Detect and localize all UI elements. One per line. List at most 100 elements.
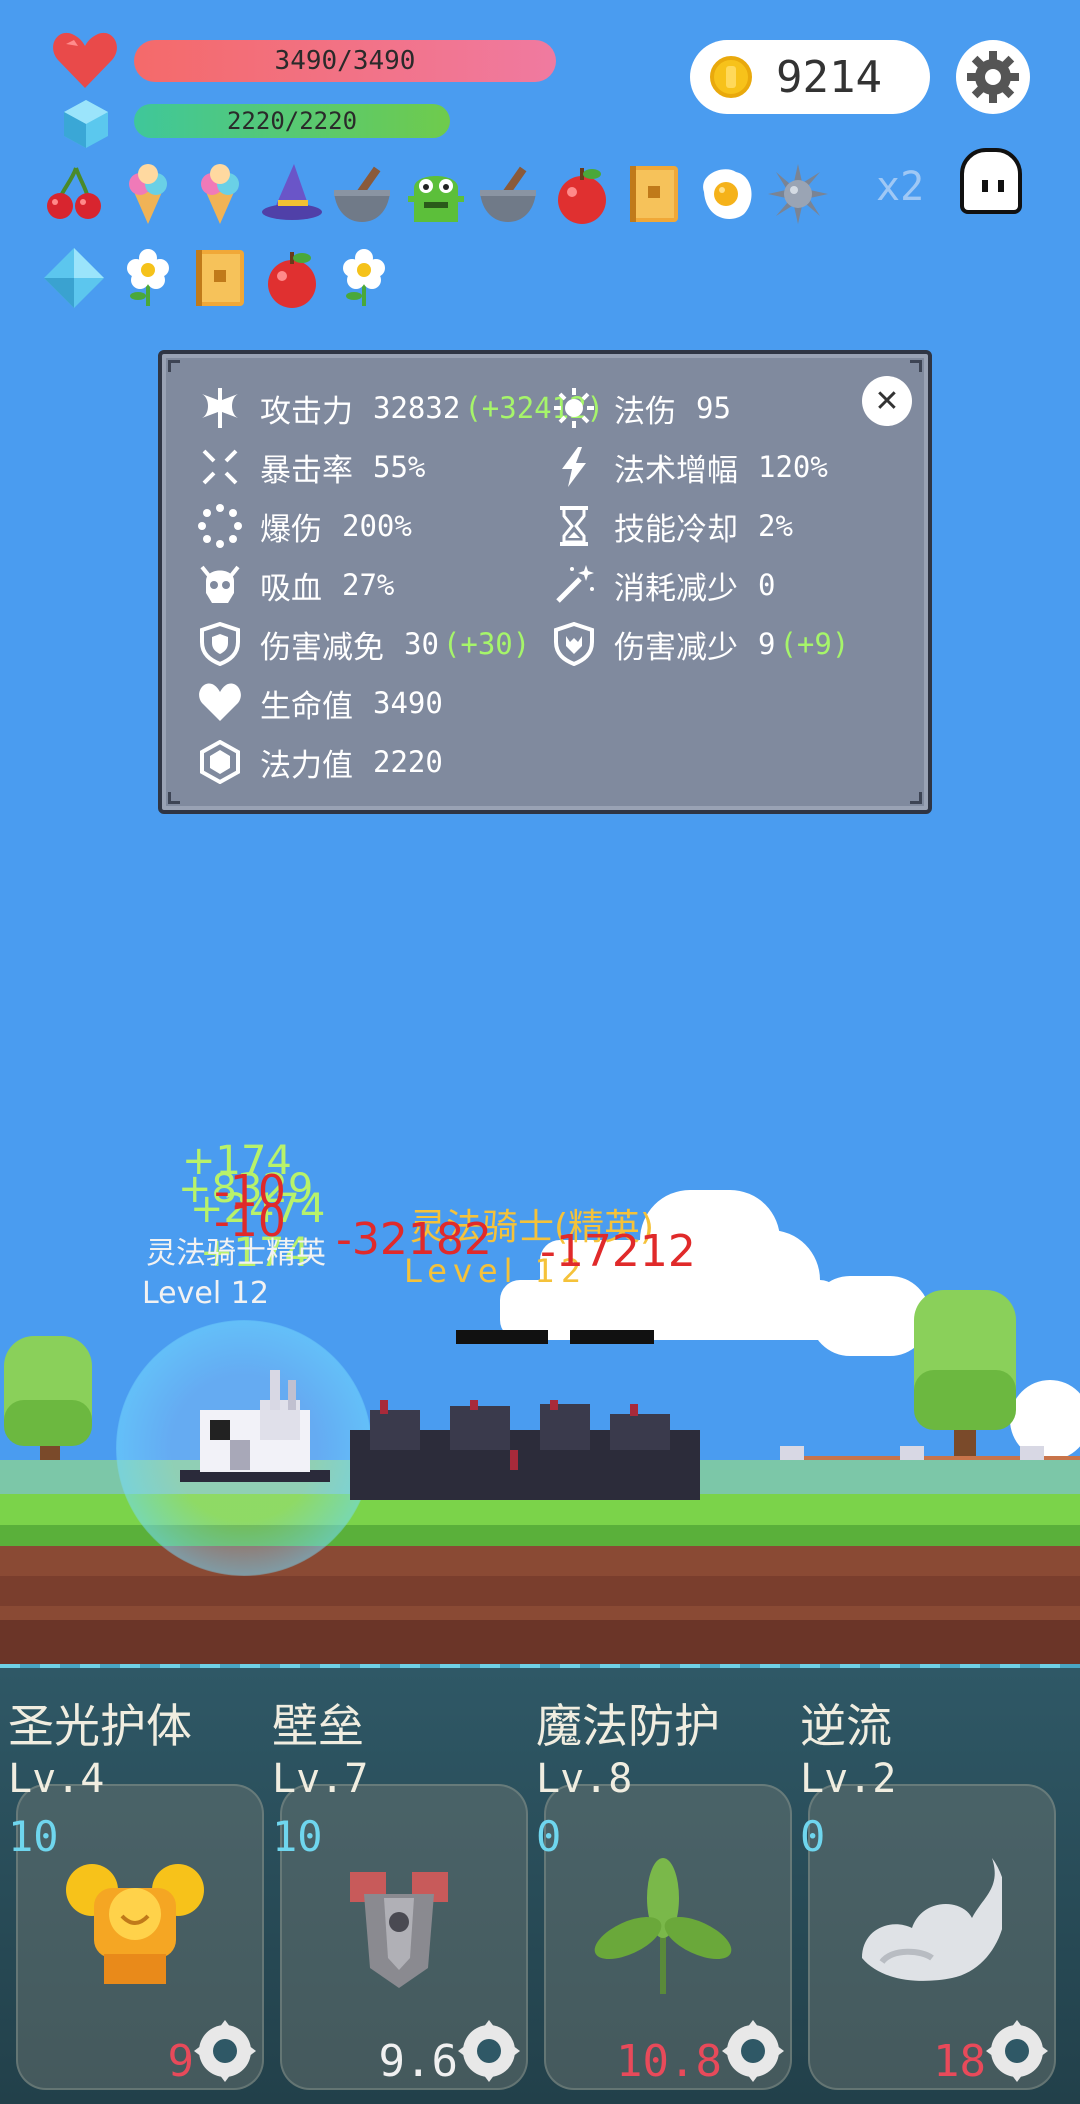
- golden-armor-icon: [66, 1864, 204, 1984]
- green-monster-icon[interactable]: [404, 162, 468, 226]
- stat-crit-rate-value: 55%: [373, 450, 426, 484]
- stat-damage-immunity-label: 伤害减免: [260, 629, 384, 666]
- stat-spell-amp-label: 法术增幅: [614, 452, 738, 489]
- gear-icon: [967, 51, 1019, 103]
- stat-spell-amp: 法术增幅 120%: [550, 443, 828, 491]
- skill-level: Lv.2: [800, 1756, 897, 1802]
- skill-name: 圣光护体: [8, 1699, 192, 1753]
- skill-charges: 10: [272, 1812, 323, 1861]
- enemy-hp-bar: [570, 1330, 654, 1344]
- stat-damage-reduction-bonus: (+9): [779, 627, 850, 661]
- skill-name: 逆流: [800, 1699, 892, 1753]
- skill-cooldown: 18: [933, 2036, 986, 2087]
- skill-cooldown: 9.6: [378, 2036, 458, 2087]
- wind-cloud-icon: [862, 1858, 1002, 1981]
- wizard-hat-icon[interactable]: [260, 162, 324, 226]
- stat-attack: 攻击力 32832 (+32412): [196, 384, 604, 432]
- mortar-icon[interactable]: [330, 162, 394, 226]
- coin-value: 9214: [776, 51, 882, 103]
- damage-number: -32182: [336, 1214, 492, 1265]
- close-icon: ✕: [874, 383, 900, 419]
- heart-icon: [52, 30, 118, 94]
- game-speed-toggle[interactable]: x2: [876, 164, 924, 210]
- stat-cooldown-label: 技能冷却: [614, 511, 738, 548]
- settings-button[interactable]: [956, 40, 1030, 114]
- cooldown-gear-icon: [458, 2020, 520, 2082]
- heart-icon: [196, 679, 244, 727]
- axe-icon: [196, 384, 244, 432]
- apple-icon[interactable]: [550, 162, 614, 226]
- stat-mp-value: 2220: [373, 745, 443, 779]
- skill-bulwark[interactable]: 壁垒 Lv.7 10 9.6: [264, 1668, 528, 2104]
- flower-icon[interactable]: [116, 246, 180, 310]
- cooldown-gear-icon: [722, 2020, 784, 2082]
- crit-cross-icon: [196, 443, 244, 491]
- ghost-icon[interactable]: [960, 148, 1022, 214]
- stat-mp-label: 法力值: [260, 747, 353, 784]
- stat-crit-damage-value: 200%: [342, 509, 412, 543]
- skill-backflow[interactable]: 逆流 Lv.2 0 18: [792, 1668, 1056, 2104]
- skill-name: 魔法防护: [536, 1699, 720, 1753]
- crystal-icon: [196, 738, 244, 786]
- enemy-knights: [350, 1400, 700, 1500]
- stat-spell-amp-value: 120%: [758, 450, 828, 484]
- beast-shield-icon: [550, 620, 598, 668]
- hero-name: 灵法骑士精英: [146, 1236, 326, 1271]
- stat-crit-damage: 爆伤 200%: [196, 502, 412, 550]
- stat-damage-reduction-label: 伤害减少: [614, 629, 738, 666]
- stat-damage-immunity-bonus: (+30): [442, 627, 531, 661]
- stat-lifesteal-label: 吸血: [260, 570, 322, 607]
- coin-counter: 9214: [690, 40, 930, 114]
- stat-damage-reduction: 伤害减少 9 (+9): [550, 620, 849, 668]
- apple-icon[interactable]: [260, 246, 324, 310]
- stat-lifesteal-value: 27%: [342, 568, 395, 602]
- skill-charges: 0: [800, 1812, 826, 1861]
- ice-cream-icon[interactable]: [188, 162, 252, 226]
- burst-ring-icon: [196, 502, 244, 550]
- stat-attack-value: 32832: [373, 391, 461, 425]
- stat-hp-label: 生命值: [260, 688, 353, 725]
- demon-skull-icon: [196, 561, 244, 609]
- spell-book-icon[interactable]: [188, 246, 252, 310]
- skill-cooldown: 9: [167, 2036, 195, 2087]
- skill-holy-shield[interactable]: 圣光护体 Lv.4 10 9: [0, 1668, 264, 2104]
- hp-bar: 3490/3490: [134, 40, 556, 82]
- diamond-icon[interactable]: [42, 246, 106, 310]
- spiked-ball-icon[interactable]: [766, 162, 830, 226]
- fried-egg-icon[interactable]: [694, 162, 758, 226]
- skill-charges: 10: [8, 1812, 59, 1861]
- stat-hp-value: 3490: [373, 686, 443, 720]
- hero-level: Level 12: [142, 1276, 269, 1311]
- stat-damage-reduction-value: 9: [758, 627, 776, 661]
- herb-leaf-icon: [594, 1858, 732, 1994]
- sun-icon: [550, 384, 598, 432]
- close-button[interactable]: ✕: [862, 376, 912, 426]
- stat-lifesteal: 吸血 27%: [196, 561, 394, 609]
- flower-icon[interactable]: [332, 246, 396, 310]
- stat-magic-damage-value: 95: [696, 391, 731, 425]
- mortar-icon[interactable]: [476, 162, 540, 226]
- skill-name: 壁垒: [272, 1699, 364, 1753]
- stat-crit-rate: 暴击率 55%: [196, 443, 425, 491]
- stat-magic-damage: 法伤 95: [550, 384, 731, 432]
- dirt-ground: [0, 1620, 1080, 1670]
- lightning-icon: [550, 443, 598, 491]
- enemy-hp-bar: [456, 1330, 548, 1344]
- mp-bar: 2220/2220: [134, 104, 450, 138]
- ice-cream-icon[interactable]: [116, 162, 180, 226]
- stats-panel: ✕ 攻击力 32832 (+32412) 暴击率 55% 爆伤 200% 吸血 …: [158, 350, 932, 814]
- stat-crit-damage-label: 爆伤: [260, 511, 322, 548]
- stat-magic-damage-label: 法伤: [614, 393, 676, 430]
- skill-level: Lv.8: [536, 1756, 633, 1802]
- damage-number: -17212: [540, 1226, 696, 1277]
- mp-text: 2220/2220: [226, 107, 358, 135]
- cooldown-gear-icon: [194, 2020, 256, 2082]
- cherry-icon[interactable]: [42, 162, 106, 226]
- hero-knight: [180, 1370, 330, 1482]
- magic-wand-icon: [550, 561, 598, 609]
- skill-level: Lv.4: [8, 1756, 105, 1802]
- spell-book-icon[interactable]: [622, 162, 686, 226]
- skill-magic-protection[interactable]: 魔法防护 Lv.8 0 10.8: [528, 1668, 792, 2104]
- cooldown-gear-icon: [986, 2020, 1048, 2082]
- hourglass-icon: [550, 502, 598, 550]
